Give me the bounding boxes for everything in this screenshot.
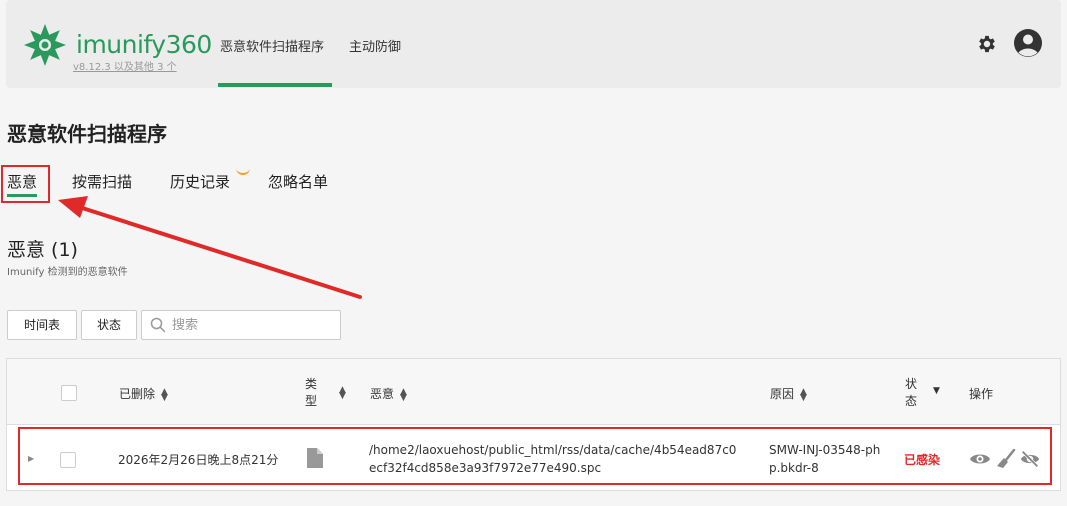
header-reason[interactable]: 原因 ▲ ▼ [770,385,807,402]
timeline-button[interactable]: 时间表 [7,310,77,340]
section-title: 恶意 (1) [7,239,78,261]
header-type[interactable]: 类型 [305,376,317,410]
tab-history[interactable]: 历史记录 [170,171,230,192]
tab-on-demand-scan[interactable]: 按需扫描 [72,171,132,192]
select-all-checkbox[interactable] [61,385,77,401]
sort-icon: ▲ ▼ [800,386,807,403]
notification-indicator [236,167,250,175]
status-filter-button[interactable]: 状态 [81,310,137,340]
user-avatar-icon[interactable] [1013,28,1043,58]
header-malware[interactable]: 恶意 ▲ ▼ [370,385,407,402]
brand-number: 360 [165,30,213,59]
sort-icon: ▲ ▼ [161,386,168,403]
tab-ignore-list[interactable]: 忽略名单 [268,171,328,192]
header-deleted[interactable]: 已删除 ▲ ▼ [119,385,168,402]
search-input[interactable] [172,315,332,335]
gear-icon[interactable] [976,33,998,55]
annotation-highlight-box [1,165,50,203]
nav-proactive-defense[interactable]: 主动防御 [349,36,401,55]
brand-name[interactable]: imunify360 [76,30,212,59]
nav-malware-scanner[interactable]: 恶意软件扫描程序 [220,36,324,55]
chevron-down-icon[interactable]: ▼ [933,386,940,396]
header-status[interactable]: 状态 [905,376,917,410]
search-icon [150,317,166,333]
header-type-label-1: 类 [305,377,318,391]
page-title: 恶意软件扫描程序 [7,122,167,146]
nav-active-indicator [218,83,332,87]
header-reason-label: 原因 [770,387,795,401]
top-header: imunify360 v8.12.3 以及其他 3 个 恶意软件扫描程序 主动防… [6,0,1061,88]
header-malware-label: 恶意 [370,387,395,401]
search-box[interactable] [141,310,341,340]
header-status-label-1: 状 [905,377,918,391]
sort-icon: ▲ ▼ [339,384,346,401]
section-subtitle: Imunify 检测到的恶意软件 [7,267,128,278]
header-deleted-label: 已删除 [119,387,156,401]
header-status-label-2: 态 [905,394,918,408]
table-header: 已删除 ▲ ▼ 类型 ▲ ▼ 恶意 ▲ ▼ 原因 ▲ ▼ 状态 ▼ 操作 [7,359,1060,425]
version-link[interactable]: v8.12.3 以及其他 3 个 [73,58,177,73]
header-type-label-2: 型 [305,394,318,408]
sort-icon: ▲ ▼ [400,386,407,403]
imunify-logo-icon[interactable] [22,22,68,68]
header-type-sort[interactable]: ▲ ▼ [333,384,346,401]
brand-text: imunify [76,30,166,59]
header-actions: 操作 [969,387,994,401]
annotation-row-highlight [18,427,1052,485]
